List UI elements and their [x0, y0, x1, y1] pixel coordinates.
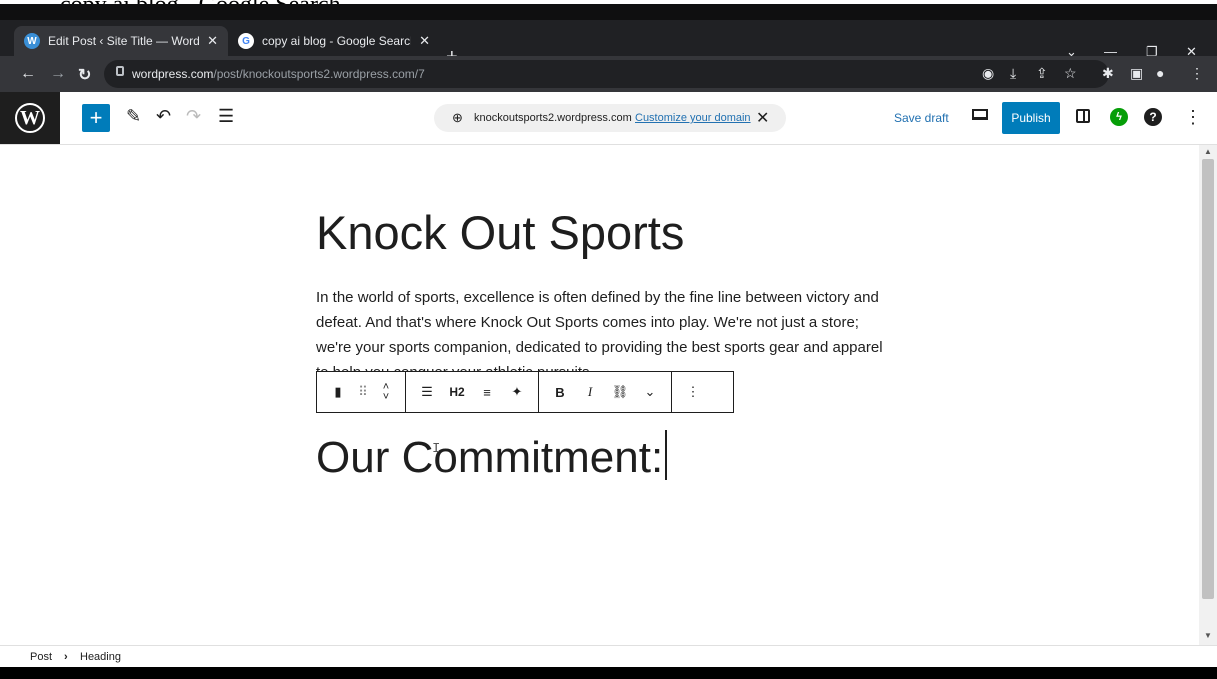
chrome-menu-icon[interactable]: ⋮ [1190, 65, 1204, 82]
post-title[interactable]: Knock Out Sports [316, 205, 684, 260]
install-icon[interactable]: ⤓ [1010, 65, 1016, 82]
video-bottom-bar [0, 667, 1217, 679]
settings-icon[interactable] [1076, 109, 1090, 123]
save-draft-button[interactable]: Save draft [894, 111, 949, 125]
bookmark-star-icon[interactable]: ☆ [1064, 65, 1077, 82]
forward-icon[interactable]: → [50, 65, 66, 83]
text-align-icon[interactable]: ≡ [472, 385, 502, 400]
url-text: wordpress.com/post/knockoutsports2.wordp… [132, 67, 425, 81]
browser-tab-bar: W Edit Post ‹ Site Title — WordPress ✕ G… [0, 20, 1217, 68]
paragraph-block[interactable]: In the world of sports, excellence is of… [316, 285, 888, 371]
editor-canvas: Knock Out Sports In the world of sports,… [0, 145, 1199, 645]
customize-domain-link[interactable]: Customize your domain [635, 112, 751, 124]
text-cursor-icon: I [432, 441, 441, 457]
add-block-button[interactable]: + [82, 104, 110, 132]
wordpress-icon: W [15, 103, 45, 133]
browser-address-bar: ← → ↻ wordpress.com/post/knockoutsports2… [0, 56, 1217, 92]
extensions-icon[interactable]: ✱ [1102, 65, 1114, 82]
reload-icon[interactable]: ↻ [78, 65, 91, 85]
share-icon[interactable]: ⇪ [1036, 65, 1048, 82]
help-icon[interactable]: ? [1144, 108, 1162, 126]
omnibox[interactable]: wordpress.com/post/knockoutsports2.wordp… [104, 60, 1109, 88]
breadcrumb-heading[interactable]: Heading [80, 651, 121, 663]
ai-sparkle-icon[interactable]: ✦ [502, 384, 532, 400]
profile-avatar-icon[interactable]: ● [1156, 65, 1164, 81]
video-overlay-strip: copy ai blog - Google Search [0, 0, 1217, 20]
block-toolbar-group: ☰ H2 ≡ ✦ [406, 372, 539, 412]
pencil-icon[interactable]: ✎ [126, 106, 141, 127]
move-icon[interactable]: ˄ ˅ [373, 382, 399, 403]
tab-google-search[interactable]: G copy ai blog - Google Search ✕ [228, 26, 440, 56]
scrollbar-thumb[interactable] [1202, 159, 1214, 599]
site-domain: knockoutsports2.wordpress.com [474, 112, 632, 124]
block-toolbar-group: B I ⛓ ⌄ [539, 372, 672, 412]
scroll-up-icon[interactable]: ▲ [1204, 147, 1212, 156]
close-icon[interactable]: ✕ [207, 33, 218, 49]
google-icon: G [238, 33, 254, 49]
domain-pill: ⊕ knockoutsports2.wordpress.com Customiz… [434, 104, 786, 132]
wordpress-icon: W [24, 33, 40, 49]
block-toolbar: ▮ ⠿ ˄ ˅ ☰ H2 ≡ ✦ B I ⛓ ⌄ ⋮ [316, 371, 734, 413]
globe-icon: ⊕ [452, 110, 463, 125]
close-icon[interactable]: ✕ [419, 33, 430, 49]
wordpress-logo[interactable]: W [0, 92, 60, 144]
google-lens-icon[interactable]: ◉ [982, 65, 994, 82]
close-icon[interactable]: ✕ [756, 108, 769, 128]
list-view-icon[interactable]: ☰ [218, 106, 234, 127]
italic-button[interactable]: I [575, 384, 605, 400]
preview-icon[interactable] [972, 109, 988, 120]
undo-icon[interactable]: ↶ [156, 106, 171, 127]
bookmark-icon[interactable]: ▮ [323, 384, 353, 400]
editor-header: W + ✎ ↶ ↷ ☰ ⊕ knockoutsports2.wordpress.… [0, 92, 1217, 145]
text-caret [665, 430, 668, 480]
link-icon[interactable]: ⛓ [605, 384, 635, 400]
lock-icon [116, 66, 124, 76]
heading-block[interactable]: Our Commitment: [316, 430, 668, 483]
chevron-down-icon[interactable]: ⌄ [635, 384, 665, 400]
scroll-down-icon[interactable]: ▼ [1204, 631, 1212, 640]
options-icon[interactable]: ⋮ [1184, 107, 1202, 128]
back-icon[interactable]: ← [20, 65, 36, 83]
tab-title: Edit Post ‹ Site Title — WordPress [48, 34, 200, 48]
breadcrumb-post[interactable]: Post [30, 651, 52, 663]
tab-title: copy ai blog - Google Search [262, 34, 412, 48]
block-toolbar-group: ⋮ [672, 372, 714, 412]
bold-button[interactable]: B [545, 385, 575, 400]
heading-text: Our Commitment: [316, 433, 664, 482]
scrollbar[interactable]: ▲ ▼ [1199, 145, 1217, 645]
block-toolbar-group: ▮ ⠿ ˄ ˅ [317, 372, 406, 412]
drag-handle-icon[interactable]: ⠿ [353, 384, 373, 400]
tab-edit-post[interactable]: W Edit Post ‹ Site Title — WordPress ✕ [14, 26, 228, 56]
heading-level-button[interactable]: H2 [442, 385, 472, 399]
editor-footer: Post › Heading [0, 645, 1217, 668]
jetpack-icon[interactable]: ϟ [1110, 108, 1128, 126]
align-icon[interactable]: ☰ [412, 384, 442, 400]
redo-icon[interactable]: ↷ [186, 106, 201, 127]
block-options-icon[interactable]: ⋮ [678, 384, 708, 400]
publish-button[interactable]: Publish [1002, 102, 1060, 134]
sidepanel-icon[interactable]: ▣ [1130, 65, 1143, 82]
breadcrumb-separator: › [64, 651, 68, 663]
overlay-bar [0, 4, 1217, 20]
